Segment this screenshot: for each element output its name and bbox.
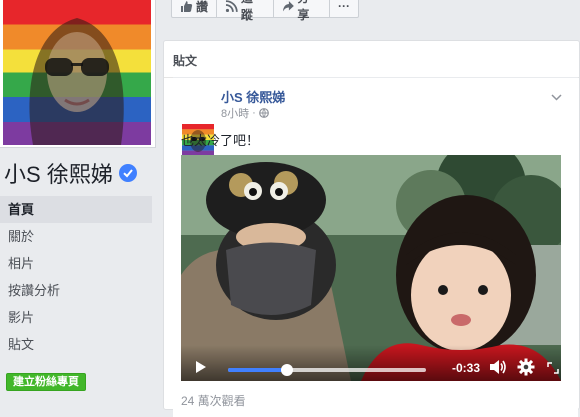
globe-icon [258,108,269,118]
thumbs-up-icon [181,0,193,12]
nav-item-about[interactable]: 關於 [0,223,152,250]
verified-badge-icon [118,164,137,182]
nav-item-posts[interactable]: 貼文 [0,331,152,358]
post-text: 也太冷了吧！ [181,133,260,148]
video-time-remaining: -0:33 [452,361,481,375]
nav-item-photos[interactable]: 相片 [0,250,152,277]
post-meta: 8小時 · [221,105,269,121]
share-button-label: 分享 [297,0,310,22]
play-button[interactable] [195,360,207,379]
settings-button[interactable] [517,358,535,381]
profile-picture-frame [0,0,156,148]
nav-item-likes[interactable]: 按讚分析 [0,277,152,304]
post-options-chevron-icon[interactable] [551,88,562,106]
share-arrow-icon [282,0,294,11]
gear-icon [517,358,535,376]
video-controls: -0:33 [181,345,561,381]
left-column: 小S 徐熙娣 首頁 關於 相片 按讚分析 影片 貼文 建立粉絲專頁 [0,0,160,403]
nav-item-videos[interactable]: 影片 [0,304,152,331]
rss-icon [225,0,238,12]
like-button-label: 讚 [196,0,209,14]
profile-picture[interactable] [3,0,151,145]
video-player[interactable]: -0:33 [181,155,561,381]
meta-separator: · [252,107,256,119]
volume-icon [490,360,506,374]
fullscreen-icon [547,362,559,374]
follow-button-label: 追蹤 [240,0,253,22]
nav-item-home[interactable]: 首頁 [0,196,152,223]
profile-name[interactable]: 小S 徐熙娣 [4,157,137,189]
page-nav: 首頁 關於 相片 按讚分析 影片 貼文 [0,196,152,358]
follow-button[interactable]: 追蹤 [217,0,274,22]
share-button[interactable]: 分享 [274,0,330,22]
post-author-name[interactable]: 小S 徐熙娣 [221,87,285,106]
more-options-label: ··· [337,0,350,13]
volume-button[interactable] [489,359,507,380]
like-button[interactable]: 讚 [172,0,218,17]
page-action-bar: 讚 追蹤 分享 ··· [171,0,359,22]
profile-name-text: 小S 徐熙娣 [4,162,113,187]
create-page-button[interactable]: 建立粉絲專頁 [6,373,86,391]
post-timestamp[interactable]: 8小時 [221,105,249,121]
video-view-count: 24 萬次觀看 [181,394,246,408]
more-options-button[interactable]: ··· [330,0,358,17]
posts-section-title: 貼文 [164,41,579,78]
fullscreen-button[interactable] [547,361,559,379]
video-progress-knob[interactable] [281,364,294,376]
video-progress-fill [228,368,288,372]
play-icon [196,361,206,373]
video-progress-bar[interactable] [228,364,426,376]
